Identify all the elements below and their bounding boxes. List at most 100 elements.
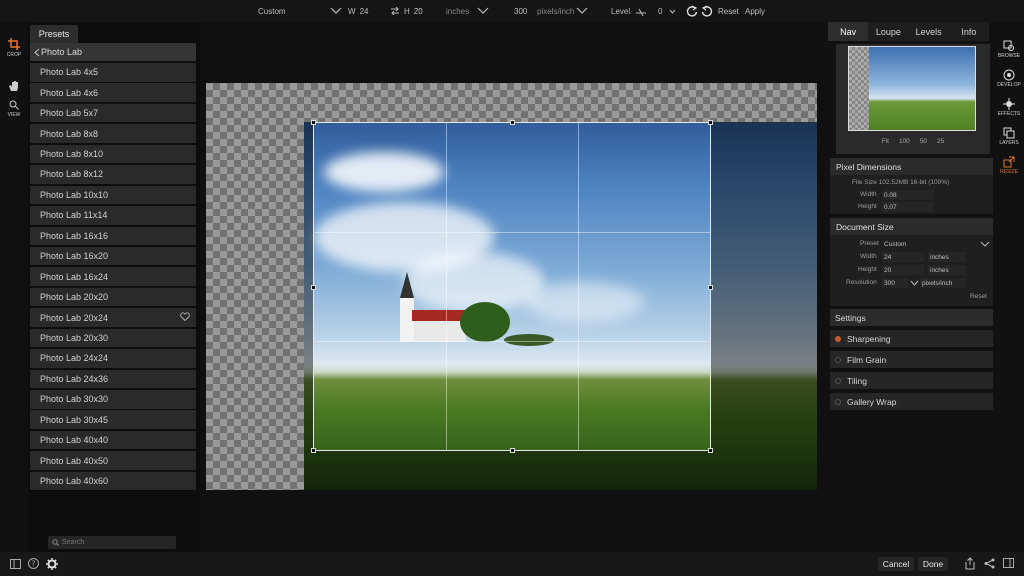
presets-tab[interactable]: Presets	[30, 25, 78, 43]
settings-header[interactable]: Settings	[830, 309, 993, 326]
done-button[interactable]: Done	[918, 557, 948, 571]
setting-film-grain[interactable]: Film Grain	[830, 351, 993, 368]
preset-item[interactable]: Photo Lab 16x20	[30, 246, 196, 266]
setting-tiling[interactable]: Tiling	[830, 372, 993, 389]
reset-button[interactable]: Reset	[718, 0, 739, 22]
preset-item[interactable]: Photo Lab 8x10	[30, 144, 196, 164]
preset-item[interactable]: Photo Lab 5x7	[30, 103, 196, 123]
apply-button[interactable]: Apply	[745, 0, 765, 22]
setting-gallery-wrap[interactable]: Gallery Wrap	[830, 393, 993, 410]
view-tool[interactable]: VIEW	[0, 100, 28, 118]
crop-rectangle[interactable]	[311, 120, 713, 453]
crop-handle-right[interactable]	[708, 285, 713, 290]
setting-sharpening[interactable]: Sharpening	[830, 330, 993, 347]
preset-item[interactable]: Photo Lab 16x16	[30, 226, 196, 245]
res-units-select[interactable]: pixels/inch	[537, 0, 588, 22]
doc-width-units[interactable]: inches	[928, 252, 966, 262]
zoom-fit[interactable]: Fit	[882, 138, 889, 145]
units-select[interactable]: inches	[446, 0, 489, 22]
navigator-thumbnail[interactable]	[848, 46, 976, 131]
resolution-field[interactable]: 300	[514, 0, 527, 22]
preset-item[interactable]: Photo Lab 11x14	[30, 206, 196, 225]
crop-handle-bottom[interactable]	[510, 448, 515, 453]
preset-item-label: Photo Lab 24x24	[40, 353, 109, 364]
crop-handle-top[interactable]	[510, 120, 515, 125]
doc-preset-select[interactable]: Custom	[882, 239, 986, 249]
preset-item[interactable]: Photo Lab 24x24	[30, 349, 196, 368]
zoom-100[interactable]: 100	[899, 138, 910, 145]
doc-resolution-units[interactable]: pixels/inch	[920, 278, 966, 288]
preset-item[interactable]: Photo Lab 30x30	[30, 390, 196, 409]
panel-toggle-icon[interactable]	[10, 559, 21, 569]
zoom-25[interactable]: 25	[937, 138, 944, 145]
preset-item[interactable]: Photo Lab 40x50	[30, 451, 196, 470]
preset-item[interactable]: Photo Lab 16x24	[30, 267, 196, 286]
share-icon[interactable]	[984, 558, 995, 569]
chevron-left-icon	[34, 48, 40, 56]
preset-item[interactable]: Photo Lab 20x30	[30, 328, 196, 348]
preset-item[interactable]: Photo Lab 10x10	[30, 185, 196, 205]
height-value[interactable]: 20	[414, 7, 423, 16]
pixel-dimensions-header[interactable]: Pixel Dimensions	[830, 158, 993, 175]
crop-handle-left[interactable]	[311, 285, 316, 290]
module-layers[interactable]: LAYERS	[994, 127, 1024, 146]
crop-handle-bottom-right[interactable]	[708, 448, 713, 453]
module-resize[interactable]: RESIZE	[994, 156, 1024, 175]
crop-tool[interactable]: CROP	[0, 38, 28, 58]
preset-item[interactable]: Photo Lab 8x8	[30, 124, 196, 143]
module-effects[interactable]: EFFECTS	[994, 98, 1024, 117]
preset-item[interactable]: Photo Lab 4x5	[30, 63, 196, 82]
height-field[interactable]: H 20	[390, 0, 423, 22]
doc-height-input[interactable]: 20	[882, 265, 924, 275]
doc-width-input[interactable]: 24	[882, 252, 924, 262]
level-value-field[interactable]: 0	[658, 0, 676, 22]
preset-item[interactable]: Photo Lab 20x20	[30, 287, 196, 307]
preset-item[interactable]: Photo Lab 4x6	[30, 83, 196, 102]
crop-handle-top-right[interactable]	[708, 120, 713, 125]
favorite-heart-icon[interactable]	[180, 312, 190, 322]
help-icon[interactable]: ?	[28, 558, 39, 569]
module-browse[interactable]: BROWSE	[994, 40, 1024, 59]
toggle-dot-icon[interactable]	[835, 398, 841, 405]
crop-handle-top-left[interactable]	[311, 120, 316, 125]
doc-resolution-input[interactable]: 300	[882, 278, 908, 288]
tab-nav[interactable]: Nav	[828, 22, 869, 41]
cancel-button[interactable]: Cancel	[878, 557, 914, 571]
width-value[interactable]: 24	[360, 7, 369, 16]
tab-levels[interactable]: Levels	[908, 22, 949, 41]
crop-handle-bottom-left[interactable]	[311, 448, 316, 453]
preset-item[interactable]: Photo Lab 24x36	[30, 369, 196, 389]
preset-item[interactable]: Photo Lab 20x24	[30, 308, 196, 327]
tab-info[interactable]: Info	[948, 22, 989, 41]
module-develop[interactable]: DEVELOP	[994, 69, 1024, 88]
swap-dimensions-icon[interactable]	[390, 7, 400, 15]
hand-tool[interactable]	[0, 80, 28, 94]
toggle-dot-icon[interactable]	[835, 377, 841, 384]
preset-item-label: Photo Lab 4x5	[40, 67, 99, 78]
preset-dropdown-icon[interactable]	[330, 0, 342, 22]
toggle-dot-icon[interactable]	[835, 335, 841, 342]
preset-item[interactable]: Photo Lab 8x12	[30, 165, 196, 184]
doc-reset-link[interactable]: Reset	[970, 293, 987, 300]
zoom-50[interactable]: 50	[920, 138, 927, 145]
preset-item[interactable]: Photo Lab 40x40	[30, 430, 196, 450]
doc-height-units[interactable]: inches	[928, 265, 966, 275]
gear-icon[interactable]	[46, 558, 58, 570]
preset-select[interactable]: Custom	[258, 0, 286, 22]
rotate-left-icon[interactable]	[686, 0, 698, 22]
module-label: BROWSE	[997, 53, 1021, 59]
document-size-header[interactable]: Document Size	[830, 218, 993, 235]
chevron-down-icon[interactable]	[910, 280, 919, 286]
rotate-right-icon[interactable]	[701, 0, 713, 22]
right-panel-toggle-icon[interactable]	[1003, 558, 1014, 568]
export-icon[interactable]	[964, 557, 976, 570]
preset-item[interactable]: Photo Lab 30x45	[30, 410, 196, 429]
level-control[interactable]: Level	[611, 0, 647, 22]
chevron-down-icon[interactable]	[980, 241, 990, 247]
search-input[interactable]: Search	[48, 536, 176, 549]
width-field[interactable]: W 24	[348, 0, 368, 22]
preset-group-back[interactable]: Photo Lab	[30, 43, 196, 61]
tab-loupe[interactable]: Loupe	[868, 22, 909, 41]
preset-item[interactable]: Photo Lab 40x60	[30, 471, 196, 491]
toggle-dot-icon[interactable]	[835, 356, 841, 363]
